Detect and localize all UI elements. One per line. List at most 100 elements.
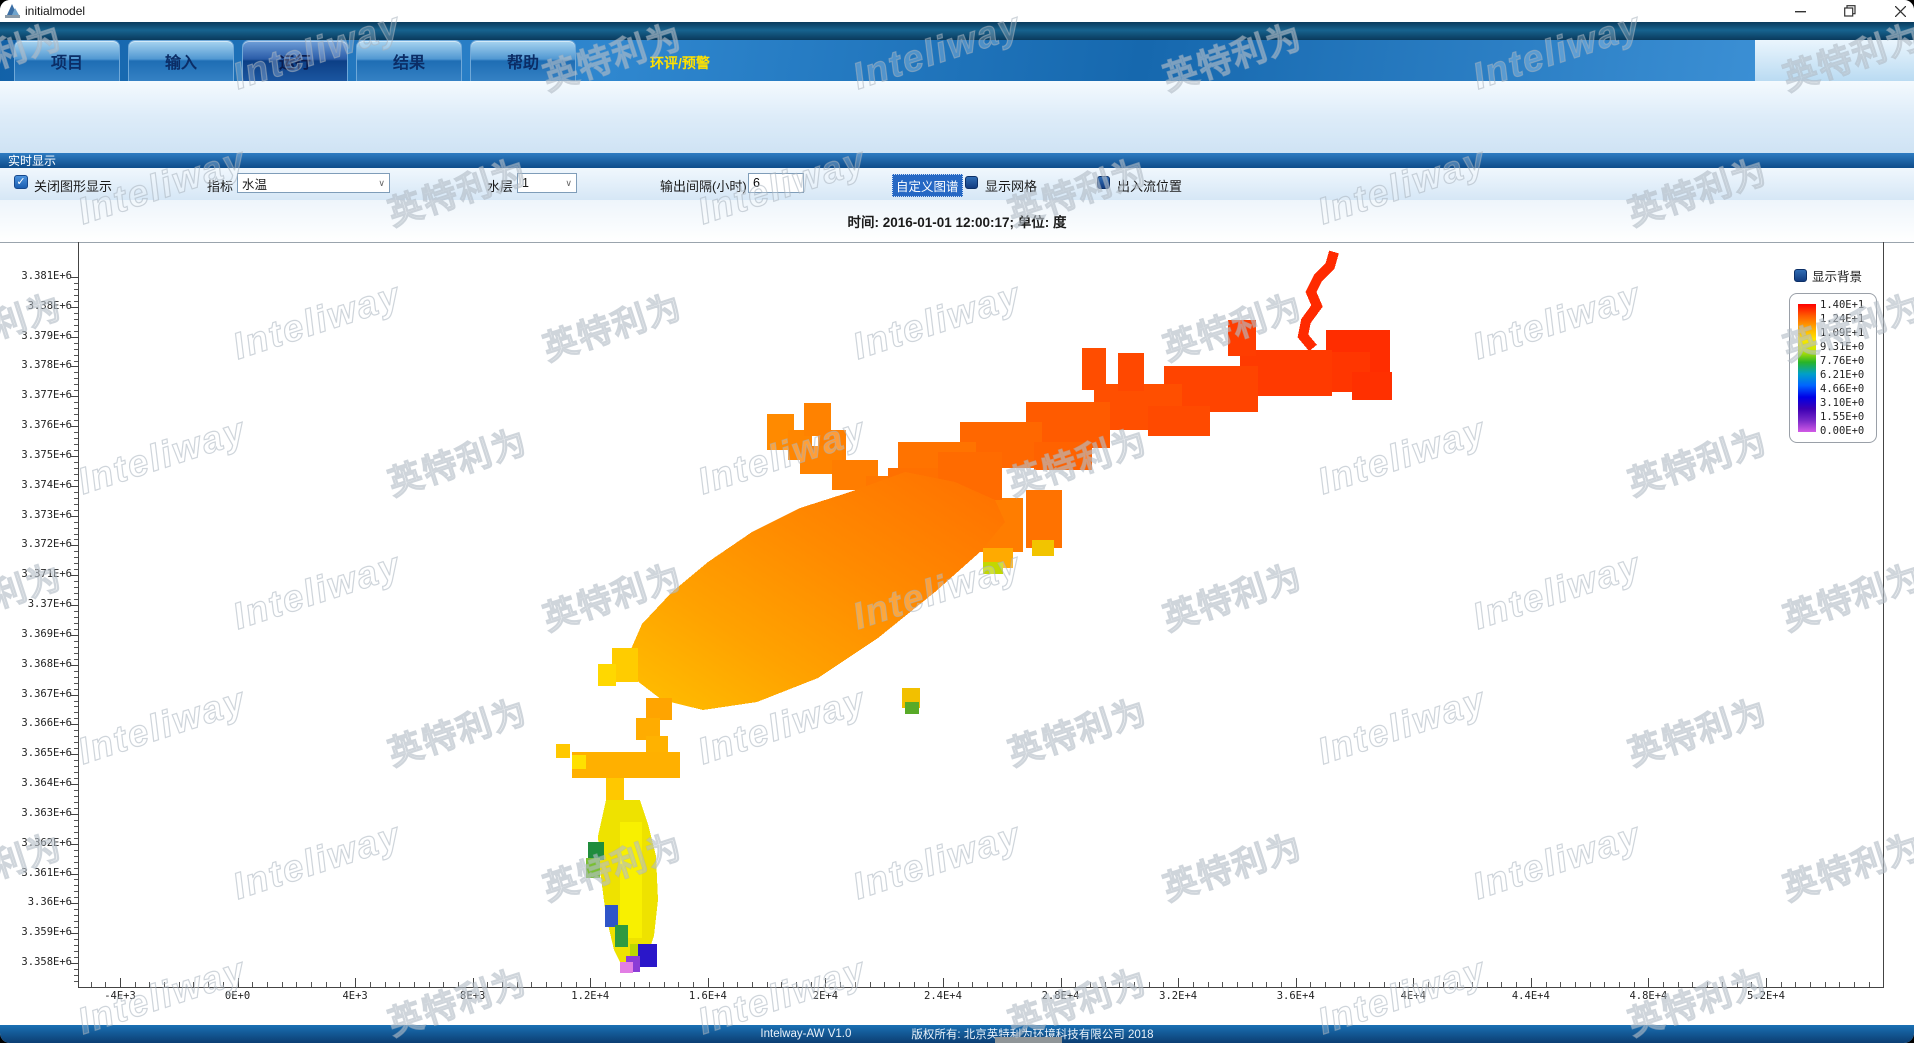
- x-axis-minor-tick: [1575, 982, 1576, 987]
- layer-select[interactable]: 1 ∨: [517, 173, 577, 193]
- menu-tab-run[interactable]: 运行: [242, 40, 348, 81]
- x-axis-minor-tick: [1516, 982, 1517, 987]
- x-axis-tick: [238, 978, 239, 987]
- y-axis-label: 3.363E+6: [2, 807, 72, 819]
- y-axis-minor-tick: [74, 355, 78, 356]
- y-axis-minor-tick: [74, 283, 78, 284]
- x-axis-minor-tick: [546, 982, 547, 987]
- map-chart-area: 显示背景 1.40E+11.24E+11.09E+19.31E+07.76E+0…: [0, 242, 1914, 1025]
- show-grid-checkbox[interactable]: [965, 176, 978, 189]
- y-axis-tick: [70, 754, 78, 755]
- y-axis-minor-tick: [74, 528, 78, 529]
- x-axis-minor-tick: [252, 982, 253, 987]
- show-background-label: 显示背景: [1812, 266, 1862, 285]
- x-axis-minor-tick: [1281, 982, 1282, 987]
- x-axis-minor-tick: [1428, 982, 1429, 987]
- x-axis-minor-tick: [1501, 982, 1502, 987]
- y-axis-minor-tick: [74, 802, 78, 803]
- legend-value: 1.55E+0: [1820, 411, 1864, 423]
- y-axis-minor-tick: [74, 730, 78, 731]
- x-axis-minor-tick: [105, 982, 106, 987]
- x-axis-tick: [1296, 978, 1297, 987]
- x-axis-minor-tick: [1325, 982, 1326, 987]
- menu-tab-input[interactable]: 输入: [128, 40, 234, 81]
- y-axis-minor-tick: [74, 981, 78, 982]
- x-axis-minor-tick: [223, 982, 224, 987]
- ribbon-right-panel: [1755, 40, 1914, 81]
- y-axis-tick: [70, 337, 78, 338]
- x-axis-minor-tick: [620, 982, 621, 987]
- x-axis-tick: [1178, 978, 1179, 987]
- x-axis-minor-tick: [649, 982, 650, 987]
- y-axis-label: 3.368E+6: [2, 658, 72, 670]
- realtime-section-header: 实时显示: [0, 153, 1914, 168]
- y-axis-minor-tick: [74, 629, 78, 630]
- x-axis-minor-tick: [1119, 982, 1120, 987]
- y-axis-tick: [70, 605, 78, 606]
- x-axis-minor-tick: [1340, 982, 1341, 987]
- x-axis-minor-tick: [914, 982, 915, 987]
- y-axis-tick: [70, 963, 78, 964]
- x-axis-minor-tick: [1075, 982, 1076, 987]
- x-axis-minor-tick: [634, 982, 635, 987]
- menu-tab-help[interactable]: 帮助: [470, 40, 576, 81]
- close-graph-checkbox[interactable]: [14, 175, 28, 189]
- restore-button[interactable]: [1842, 3, 1858, 19]
- y-axis-label: 3.372E+6: [2, 538, 72, 550]
- x-axis-minor-tick: [1546, 982, 1547, 987]
- y-axis-tick: [70, 307, 78, 308]
- x-axis-minor-tick: [1722, 982, 1723, 987]
- y-axis-minor-tick: [74, 862, 78, 863]
- run-toolbar: 运行模型 已运行 0%。 暂停运行 终止运行 错误信息: [0, 81, 1914, 153]
- y-axis-minor-tick: [74, 551, 78, 552]
- color-scale-gradient: [1798, 304, 1816, 432]
- minimize-button[interactable]: [1792, 3, 1808, 19]
- x-axis-label: 2.4E+4: [903, 990, 983, 1002]
- y-axis-minor-tick: [74, 748, 78, 749]
- x-axis-label: 2.8E+4: [1021, 990, 1101, 1002]
- y-axis-tick: [70, 456, 78, 457]
- x-axis-minor-tick: [1604, 982, 1605, 987]
- x-axis-minor-tick: [1134, 982, 1135, 987]
- tab-env-warning[interactable]: 环评/预警: [650, 53, 710, 73]
- x-axis-minor-tick: [1869, 982, 1870, 987]
- app-version-text: Intelway-AW V1.0: [760, 1028, 851, 1040]
- y-axis-minor-tick: [74, 921, 78, 922]
- interval-input[interactable]: [748, 173, 804, 193]
- y-axis-minor-tick: [74, 468, 78, 469]
- y-axis-minor-tick: [74, 319, 78, 320]
- flow-positions-checkbox[interactable]: [1097, 176, 1110, 189]
- x-axis-minor-tick: [767, 982, 768, 987]
- custom-palette-button[interactable]: 自定义图谱: [892, 174, 963, 197]
- x-axis-minor-tick: [340, 982, 341, 987]
- x-axis-label: 3.6E+4: [1256, 990, 1336, 1002]
- layer-label: 水层: [487, 176, 513, 195]
- y-axis-minor-tick: [74, 885, 78, 886]
- x-axis-minor-tick: [399, 982, 400, 987]
- y-axis-minor-tick: [74, 969, 78, 970]
- close-button[interactable]: [1892, 3, 1908, 19]
- y-axis-minor-tick: [74, 557, 78, 558]
- show-background-checkbox[interactable]: [1794, 269, 1807, 282]
- y-axis-minor-tick: [74, 706, 78, 707]
- x-axis-tick: [1061, 978, 1062, 987]
- y-axis-label: 3.379E+6: [2, 330, 72, 342]
- x-axis-minor-tick: [135, 982, 136, 987]
- menu-tab-project[interactable]: 项目: [14, 40, 120, 81]
- legend-value: 1.24E+1: [1820, 313, 1864, 325]
- y-axis-label: 3.365E+6: [2, 747, 72, 759]
- y-axis-tick: [70, 933, 78, 934]
- x-axis-tick: [120, 978, 121, 987]
- x-axis-tick: [473, 978, 474, 987]
- x-axis-minor-tick: [458, 982, 459, 987]
- y-axis-minor-tick: [74, 683, 78, 684]
- y-axis-tick: [70, 545, 78, 546]
- x-axis-minor-tick: [179, 982, 180, 987]
- indicator-select[interactable]: 水温 ∨: [237, 173, 390, 193]
- x-axis-minor-tick: [781, 982, 782, 987]
- x-axis-minor-tick: [1149, 982, 1150, 987]
- menu-tab-results[interactable]: 结果: [356, 40, 462, 81]
- y-axis-minor-tick: [74, 611, 78, 612]
- y-axis-minor-tick: [74, 599, 78, 600]
- y-axis-minor-tick: [74, 432, 78, 433]
